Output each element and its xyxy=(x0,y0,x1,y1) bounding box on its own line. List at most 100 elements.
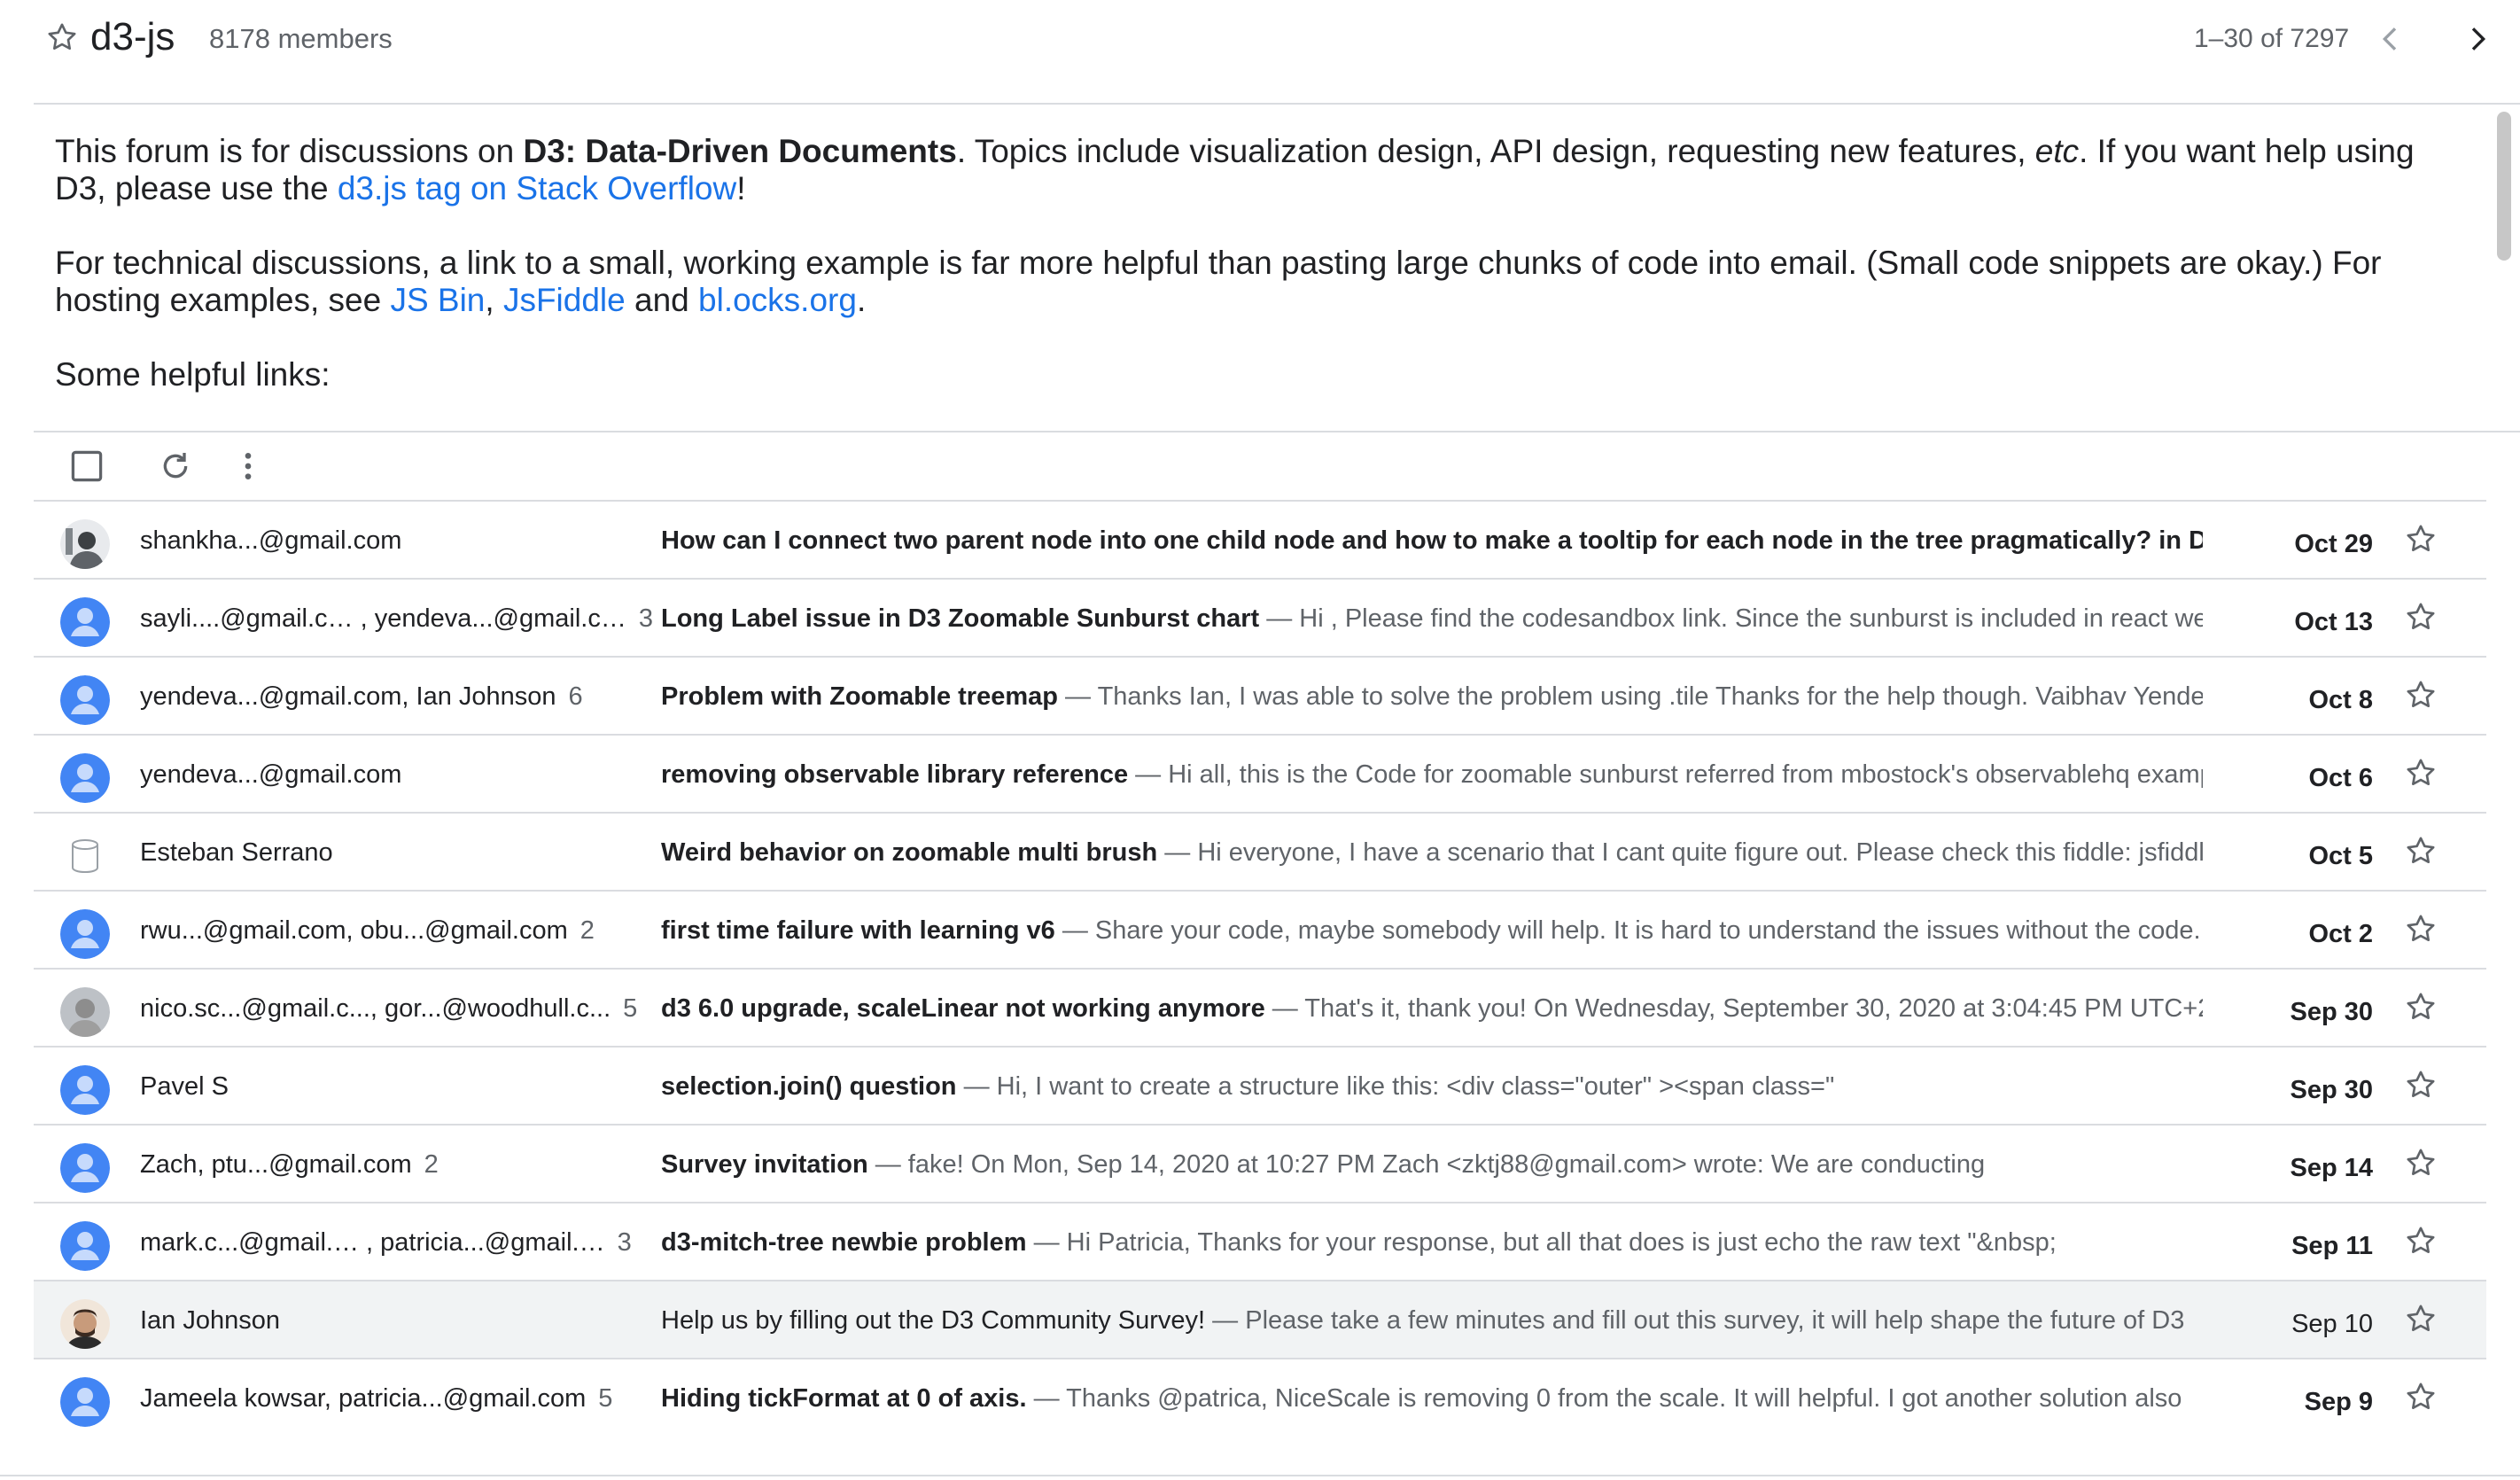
authors-text: nico.sc...@gmail.c..., gor...@woodhull.c… xyxy=(140,994,611,1023)
thread-date: Sep 30 xyxy=(2290,1076,2374,1104)
thread-row[interactable]: shankha...@gmail.com How can I connect tw… xyxy=(34,500,2486,578)
avatar xyxy=(60,1377,110,1427)
avatar xyxy=(60,1221,110,1271)
thread-row[interactable]: Pavel S selection.join() question — Hi, I… xyxy=(34,1046,2486,1124)
thread-authors: nico.sc...@gmail.c..., gor...@woodhull.c… xyxy=(140,991,672,1026)
star-icon[interactable] xyxy=(2401,831,2440,870)
thread-row[interactable]: yendeva...@gmail.com removing observable … xyxy=(34,734,2486,812)
thread-row[interactable]: yendeva...@gmail.com, Ian Johnson 6 Proble… xyxy=(34,656,2486,734)
avatar xyxy=(60,909,110,959)
authors-text: Pavel S xyxy=(140,1072,229,1101)
next-page-icon[interactable] xyxy=(2460,21,2495,61)
thread-authors: yendeva...@gmail.com, Ian Johnson 6 xyxy=(140,679,672,714)
subject-snippet: — Thanks @patrica, NiceScale is removing… xyxy=(1026,1384,2182,1413)
thread-authors: Ian Johnson xyxy=(140,1303,672,1338)
group-title: d3-js xyxy=(90,15,175,58)
star-icon[interactable] xyxy=(2401,1221,2440,1260)
message-count: 5 xyxy=(623,994,638,1023)
authors-text: rwu...@gmail.com, obu...@gmail.com xyxy=(140,916,568,945)
star-icon[interactable] xyxy=(2401,987,2440,1026)
group-about: This forum is for discussions on D3: Dat… xyxy=(55,133,2447,431)
authors-text: mark.c...@gmail.… , patricia...@gmail.… xyxy=(140,1228,605,1257)
authors-text: Zach, ptu...@gmail.com xyxy=(140,1150,412,1179)
star-icon[interactable] xyxy=(2401,753,2440,792)
subject-snippet: — Hi everyone, I have a scenario that I … xyxy=(1157,838,2203,867)
thread-authors: Jameela kowsar, patricia...@gmail.com 5 xyxy=(140,1381,672,1416)
message-count: 5 xyxy=(598,1384,613,1413)
message-count: 6 xyxy=(568,682,583,711)
thread-date: Oct 8 xyxy=(2308,686,2373,714)
more-vert-icon[interactable] xyxy=(223,441,273,491)
jsbin-link[interactable]: JS Bin xyxy=(390,282,485,318)
authors-text: sayli....@gmail.c… , yendeva...@gmail.c… xyxy=(140,604,626,633)
thread-row[interactable]: Jameela kowsar, patricia...@gmail.com 5 Hi… xyxy=(34,1358,2486,1436)
message-count: 2 xyxy=(424,1150,439,1179)
thread-date: Sep 9 xyxy=(2304,1388,2373,1416)
avatar xyxy=(60,519,110,569)
subject-title: first time failure with learning v6 xyxy=(661,916,1055,945)
star-icon[interactable] xyxy=(2401,519,2440,558)
avatar xyxy=(60,675,110,725)
stackoverflow-link[interactable]: d3.js tag on Stack Overflow xyxy=(338,170,736,206)
star-icon[interactable] xyxy=(2401,1299,2440,1338)
jsfiddle-link[interactable]: JsFiddle xyxy=(503,282,626,318)
avatar xyxy=(60,753,110,803)
thread-subject: Long Label issue in D3 Zoomable Sunburst… xyxy=(661,601,2203,636)
star-icon[interactable] xyxy=(2401,1143,2440,1182)
thread-authors: Zach, ptu...@gmail.com 2 xyxy=(140,1147,672,1182)
thread-date: Sep 11 xyxy=(2291,1232,2373,1260)
thread-subject: selection.join() question — Hi, I want t… xyxy=(661,1069,2203,1104)
avatar xyxy=(60,1143,110,1193)
thread-subject: removing observable library reference — … xyxy=(661,757,2203,792)
refresh-icon[interactable] xyxy=(151,441,200,491)
message-count: 2 xyxy=(579,916,595,945)
subject-title: removing observable library reference xyxy=(661,760,1129,789)
thread-row[interactable]: Esteban Serrano Weird behavior on zoomabl… xyxy=(34,812,2486,890)
authors-text: shankha...@gmail.com xyxy=(140,526,402,555)
subject-snippet: — Hi, I want to create a structure like … xyxy=(956,1072,1835,1101)
thread-row[interactable]: Ian Johnson Help us by filling out the D3… xyxy=(34,1280,2486,1358)
star-icon[interactable] xyxy=(2401,909,2440,948)
thread-date: Oct 13 xyxy=(2294,608,2373,636)
subject-snippet: — Thanks Ian, I was able to solve the pr… xyxy=(1057,682,2203,711)
prev-page-icon[interactable] xyxy=(2373,21,2408,61)
thread-subject: Survey invitation — fake! On Mon, Sep 14… xyxy=(661,1147,2203,1182)
star-icon[interactable] xyxy=(2401,1065,2440,1104)
thread-subject: Help us by filling out the D3 Community … xyxy=(661,1303,2203,1338)
thread-subject: first time failure with learning v6 — Sh… xyxy=(661,913,2203,948)
thread-subject: How can I connect two parent node into o… xyxy=(661,523,2203,558)
select-all-checkbox[interactable] xyxy=(62,441,112,491)
thread-date: Sep 30 xyxy=(2290,998,2374,1026)
thread-authors: mark.c...@gmail.… , patricia...@gmail.… 3 xyxy=(140,1225,672,1260)
star-icon[interactable] xyxy=(44,19,80,55)
message-count: 3 xyxy=(638,604,653,633)
blocks-link[interactable]: bl.ocks.org xyxy=(698,282,857,318)
subject-title: How can I connect two parent node into o… xyxy=(661,526,2203,555)
thread-authors: Pavel S xyxy=(140,1069,672,1104)
star-icon[interactable] xyxy=(2401,1377,2440,1416)
subject-snippet: — That's it, thank you! On Wednesday, Se… xyxy=(1264,994,2203,1023)
authors-text: Jameela kowsar, patricia...@gmail.com xyxy=(140,1384,587,1413)
list-bottom-divider xyxy=(0,1475,2520,1476)
header-divider xyxy=(34,103,2520,105)
thread-authors: shankha...@gmail.com xyxy=(140,523,672,558)
pagination-range: 1–30 of 7297 xyxy=(2194,24,2350,53)
about-scrollbar[interactable] xyxy=(2497,112,2511,261)
avatar xyxy=(60,597,110,647)
avatar xyxy=(60,987,110,1037)
star-icon[interactable] xyxy=(2401,597,2440,636)
thread-row[interactable]: mark.c...@gmail.… , patricia...@gmail.… 3… xyxy=(34,1202,2486,1280)
subject-title: selection.join() question xyxy=(661,1072,957,1101)
subject-title: d3-mitch-tree newbie problem xyxy=(661,1228,1027,1257)
authors-text: Ian Johnson xyxy=(140,1306,281,1335)
thread-list: shankha...@gmail.com How can I connect tw… xyxy=(34,500,2486,1436)
thread-row[interactable]: sayli....@gmail.c… , yendeva...@gmail.c…… xyxy=(34,578,2486,656)
thread-row[interactable]: nico.sc...@gmail.c..., gor...@woodhull.c… xyxy=(34,968,2486,1046)
thread-row[interactable]: rwu...@gmail.com, obu...@gmail.com 2 first… xyxy=(34,890,2486,968)
star-icon[interactable] xyxy=(2401,675,2440,714)
message-count: 3 xyxy=(617,1228,632,1257)
about-paragraph-3: Some helpful links: xyxy=(55,356,331,393)
thread-row[interactable]: Zach, ptu...@gmail.com 2 Survey invitation… xyxy=(34,1124,2486,1202)
about-paragraph-1: This forum is for discussions on D3: Dat… xyxy=(55,133,2415,206)
thread-subject: d3-mitch-tree newbie problem — Hi Patric… xyxy=(661,1225,2203,1260)
